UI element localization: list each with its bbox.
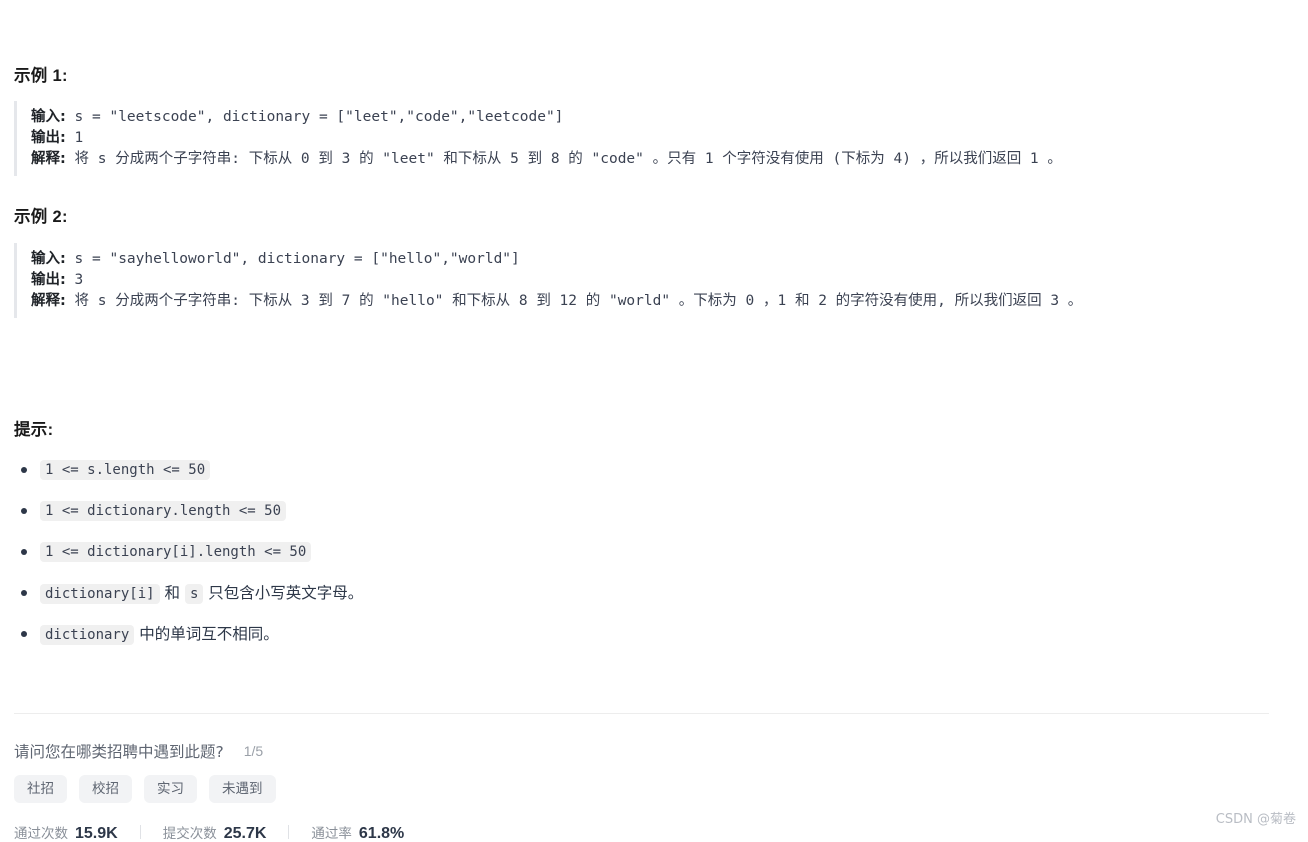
example-1-output-line: 输出: 1 — [31, 128, 1269, 149]
output-value: 1 — [65, 130, 84, 146]
poll-header: 请问您在哪类招聘中遇到此题? 1/5 — [14, 740, 263, 762]
poll-count: 1/5 — [243, 743, 264, 759]
hint-code-secondary: s — [184, 584, 204, 604]
example-2-heading: 示例 2: — [14, 208, 68, 226]
input-value: s = "sayhelloworld", dictionary = ["hell… — [65, 251, 520, 267]
list-item: 1 <= dictionary.length <= 50 — [14, 499, 1214, 540]
stat-submission-count: 提交次数 25.7K — [163, 822, 267, 842]
list-item: 1 <= dictionary[i].length <= 50 — [14, 540, 1214, 581]
hint-code: 1 <= s.length <= 50 — [40, 460, 211, 480]
stat-value: 15.9K — [75, 825, 118, 842]
example-1-input-line: 输入: s = "leetscode", dictionary = ["leet… — [31, 107, 1269, 128]
stat-value: 25.7K — [223, 825, 267, 842]
output-value: 3 — [65, 272, 84, 288]
hint-code: dictionary[i] — [40, 584, 160, 604]
stat-label: 通过率 — [311, 826, 352, 842]
example-2-output-line: 输出: 3 — [31, 270, 1269, 291]
hints-heading: 提示: — [14, 421, 54, 439]
divider — [14, 713, 1269, 714]
poll-options: 社招 校招 实习 未遇到 — [14, 775, 276, 803]
hint-text: 中的单词互不相同。 — [134, 625, 279, 643]
watermark: CSDN @菊卷 — [1215, 812, 1296, 827]
example-2-input-line: 输入: s = "sayhelloworld", dictionary = ["… — [31, 249, 1269, 270]
hint-conjunction: 和 — [159, 584, 185, 602]
explanation-value: 将 s 分成两个子字符串: 下标从 0 到 3 的 "leet" 和下标从 5 … — [65, 151, 1062, 167]
explanation-label: 解释: — [31, 151, 66, 167]
hint-code: 1 <= dictionary[i].length <= 50 — [40, 542, 312, 562]
hint-text: 只包含小写英文字母。 — [203, 584, 364, 602]
input-label: 输入: — [31, 109, 66, 125]
explanation-value: 将 s 分成两个子字符串: 下标从 3 到 7 的 "hello" 和下标从 8… — [65, 293, 1083, 309]
poll-question: 请问您在哪类招聘中遇到此题? — [14, 743, 224, 761]
input-value: s = "leetscode", dictionary = ["leet","c… — [65, 109, 564, 125]
stat-value: 61.8% — [358, 825, 405, 842]
stat-acceptance-rate: 通过率 61.8% — [311, 822, 404, 842]
stat-label: 通过次数 — [14, 826, 68, 842]
problem-description-page: 示例 1: 输入: s = "leetscode", dictionary = … — [0, 0, 1308, 842]
poll-option-shixi[interactable]: 实习 — [144, 775, 197, 803]
poll-option-shezhao[interactable]: 社招 — [14, 775, 67, 803]
hints-list: 1 <= s.length <= 50 1 <= dictionary.leng… — [14, 458, 1214, 663]
list-item: dictionary 中的单词互不相同。 — [14, 622, 1214, 663]
example-1-codeblock: 输入: s = "leetscode", dictionary = ["leet… — [14, 101, 1269, 176]
example-1-explanation-line: 解释: 将 s 分成两个子字符串: 下标从 0 到 3 的 "leet" 和下标… — [31, 149, 1269, 170]
hint-code: 1 <= dictionary.length <= 50 — [40, 501, 287, 521]
stat-accepted-count: 通过次数 15.9K — [14, 822, 118, 842]
output-label: 输出: — [31, 272, 66, 288]
stat-label: 提交次数 — [162, 826, 217, 842]
example-2-explanation-line: 解释: 将 s 分成两个子字符串: 下标从 3 到 7 的 "hello" 和下… — [31, 291, 1269, 312]
stats-bar: 通过次数 15.9K 提交次数 25.7K 通过率 61.8% — [14, 822, 404, 842]
poll-option-xiaozhao[interactable]: 校招 — [79, 775, 132, 803]
list-item: 1 <= s.length <= 50 — [14, 458, 1214, 499]
example-1-heading: 示例 1: — [14, 67, 68, 85]
hint-code: dictionary — [40, 625, 135, 645]
output-label: 输出: — [31, 130, 66, 146]
divider — [288, 825, 290, 839]
explanation-label: 解释: — [31, 293, 66, 309]
example-2-codeblock: 输入: s = "sayhelloworld", dictionary = ["… — [14, 243, 1269, 318]
divider — [139, 825, 141, 839]
poll-option-weiyudao[interactable]: 未遇到 — [209, 775, 276, 803]
list-item: dictionary[i] 和 s 只包含小写英文字母。 — [14, 581, 1214, 622]
input-label: 输入: — [31, 251, 66, 267]
